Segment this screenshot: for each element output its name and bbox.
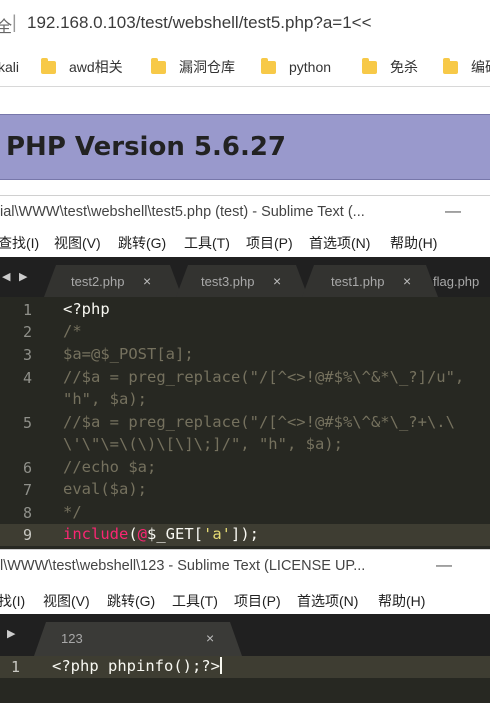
tab-scroll-left-icon[interactable]: ◀	[2, 270, 10, 283]
bookmark-label: 编码	[471, 59, 490, 75]
code-line-phpinfo[interactable]: <?php phpinfo();?>	[52, 657, 222, 675]
tab-label: test2.php	[71, 273, 125, 289]
folder-icon	[362, 57, 377, 74]
get-variable: $_GET[	[147, 525, 204, 543]
sublime-window-titlebar[interactable]: l\WWW\test\webshell\123 - Sublime Text (…	[0, 549, 490, 581]
menu-tools[interactable]: 工具(T)	[184, 233, 230, 253]
menu-help[interactable]: 帮助(H)	[378, 591, 425, 611]
tab-close-icon[interactable]: ×	[273, 273, 281, 289]
bookmark-vuln-repo[interactable]: 漏洞仓库	[151, 57, 235, 77]
tab-label: test1.php	[331, 273, 385, 289]
menu-help[interactable]: 帮助(H)	[390, 233, 437, 253]
tab-close-icon[interactable]: ×	[206, 630, 214, 646]
sublime-menubar: 查找(I) 视图(V) 跳转(G) 工具(T) 项目(P) 首选项(N) 帮助(…	[0, 229, 490, 255]
sublime-tabbar: ▶ 123 ×	[0, 614, 490, 656]
php-version-title: PHP Version 5.6.27	[6, 132, 287, 162]
menu-project[interactable]: 项目(P)	[234, 591, 281, 611]
code-line[interactable]: //echo $a;	[63, 458, 156, 476]
bookmark-kali[interactable]: kali	[0, 57, 19, 77]
php-version-banner: PHP Version 5.6.27	[0, 114, 490, 180]
bookmark-label: 免杀	[390, 59, 418, 75]
minimize-button[interactable]: —	[445, 203, 461, 221]
tab-flag[interactable]: flag.php	[433, 265, 490, 297]
tab-label: flag.php	[433, 273, 480, 289]
menu-project[interactable]: 项目(P)	[246, 233, 293, 253]
line-number: 8	[22, 504, 32, 522]
minimize-button[interactable]: —	[436, 557, 452, 575]
string-literal: 'a'	[203, 525, 232, 543]
tab-123[interactable]: 123 ×	[61, 622, 231, 654]
tab-close-icon[interactable]: ×	[143, 273, 151, 289]
line-end: ]);	[231, 525, 260, 543]
code-line[interactable]: <?php	[63, 300, 110, 318]
folder-icon	[261, 57, 276, 74]
menu-goto[interactable]: 跳转(G)	[107, 591, 155, 611]
tab-label: test3.php	[201, 273, 255, 289]
bookmark-label: kali	[0, 59, 20, 75]
window-title: l\WWW\test\webshell\123 - Sublime Text (…	[0, 558, 366, 574]
bookmarks-bar: kali awd相关 漏洞仓库 python 免杀 编码	[0, 48, 490, 86]
folder-icon	[151, 57, 166, 74]
menu-preferences[interactable]: 首选项(N)	[309, 233, 370, 253]
code-text: <?php phpinfo();?>	[52, 657, 220, 675]
window-title: ial\WWW\test\webshell\test5.php (test) -…	[0, 204, 365, 220]
tab-label: 123	[61, 630, 83, 646]
folder-icon	[443, 57, 458, 74]
code-line[interactable]: //$a = preg_replace("/[^<>!@#$%\^&*\_?+\…	[63, 413, 455, 431]
code-line[interactable]: /*	[63, 322, 82, 340]
url-text[interactable]: 192.168.0.103/test/webshell/test5.php?a=…	[27, 13, 372, 33]
menu-find[interactable]: 查找(I)	[0, 233, 39, 253]
bookmark-encoding[interactable]: 编码	[443, 57, 490, 77]
menu-goto[interactable]: 跳转(G)	[118, 233, 166, 253]
sublime-window-titlebar[interactable]: ial\WWW\test\webshell\test5.php (test) -…	[0, 195, 490, 227]
tab-close-icon[interactable]: ×	[403, 273, 411, 289]
tab-test2[interactable]: test2.php ×	[71, 265, 181, 297]
line-number: 2	[22, 323, 32, 341]
menu-view[interactable]: 视图(V)	[43, 591, 90, 611]
line-number: 9	[22, 526, 32, 544]
code-line[interactable]: //$a = preg_replace("/[^<>!@#$%\^&*\_?]/…	[63, 368, 464, 386]
bookmark-awd[interactable]: awd相关	[41, 57, 123, 77]
security-indicator[interactable]: 全	[0, 13, 12, 37]
tab-test3[interactable]: test3.php ×	[201, 265, 311, 297]
folder-icon	[41, 57, 56, 74]
line-number: 1	[22, 301, 32, 319]
line-number: 5	[22, 414, 32, 432]
menu-view[interactable]: 视图(V)	[54, 233, 101, 253]
bookmark-label: awd相关	[69, 59, 123, 75]
tab-scroll-right-icon[interactable]: ▶	[19, 270, 27, 283]
code-line-wrap[interactable]: \'\"\=\(\)\[\]\;]/", "h", $a);	[63, 435, 343, 453]
code-editor[interactable]: 1 <?php phpinfo();?>	[0, 656, 490, 703]
bookmark-label: python	[289, 59, 332, 75]
sublime-tabbar: ◀ ▶ test2.php × test3.php × test1.php × …	[0, 257, 490, 297]
line-number: 6	[22, 459, 32, 477]
tab-scroll-right-icon[interactable]: ▶	[7, 627, 15, 640]
code-editor[interactable]: 1 <?php 2 /* 3 $a=@$_POST[a]; 4 //$a = p…	[0, 297, 490, 549]
bookmark-label: 漏洞仓库	[179, 59, 235, 75]
sublime-menubar: 找(I) 视图(V) 跳转(G) 工具(T) 项目(P) 首选项(N) 帮助(H…	[0, 587, 490, 613]
menu-find[interactable]: 找(I)	[0, 591, 25, 611]
code-line[interactable]: eval($a);	[63, 480, 147, 498]
bookmark-av-evasion[interactable]: 免杀	[362, 57, 418, 77]
keyword-include: include	[63, 525, 129, 543]
paren-open: (	[128, 525, 138, 543]
line-number: 3	[22, 346, 32, 364]
code-line-include[interactable]: include(@$_GET['a']);	[63, 525, 259, 543]
tab-test1[interactable]: test1.php ×	[331, 265, 441, 297]
error-suppress-operator: @	[137, 525, 148, 543]
menu-preferences[interactable]: 首选项(N)	[297, 591, 358, 611]
code-line[interactable]: $a=@$_POST[a];	[63, 345, 194, 363]
line-number: 1	[10, 658, 20, 676]
address-separator: |	[12, 12, 17, 32]
address-bar[interactable]: 全 | 192.168.0.103/test/webshell/test5.ph…	[0, 0, 490, 48]
line-number: 7	[22, 481, 32, 499]
bookmark-python[interactable]: python	[261, 57, 331, 77]
code-line-wrap[interactable]: "h", $a);	[63, 390, 147, 408]
menu-tools[interactable]: 工具(T)	[172, 591, 218, 611]
text-cursor	[219, 657, 222, 674]
php-info-page: PHP Version 5.6.27	[0, 87, 490, 195]
code-line[interactable]: */	[63, 503, 82, 521]
line-number: 4	[22, 369, 32, 387]
